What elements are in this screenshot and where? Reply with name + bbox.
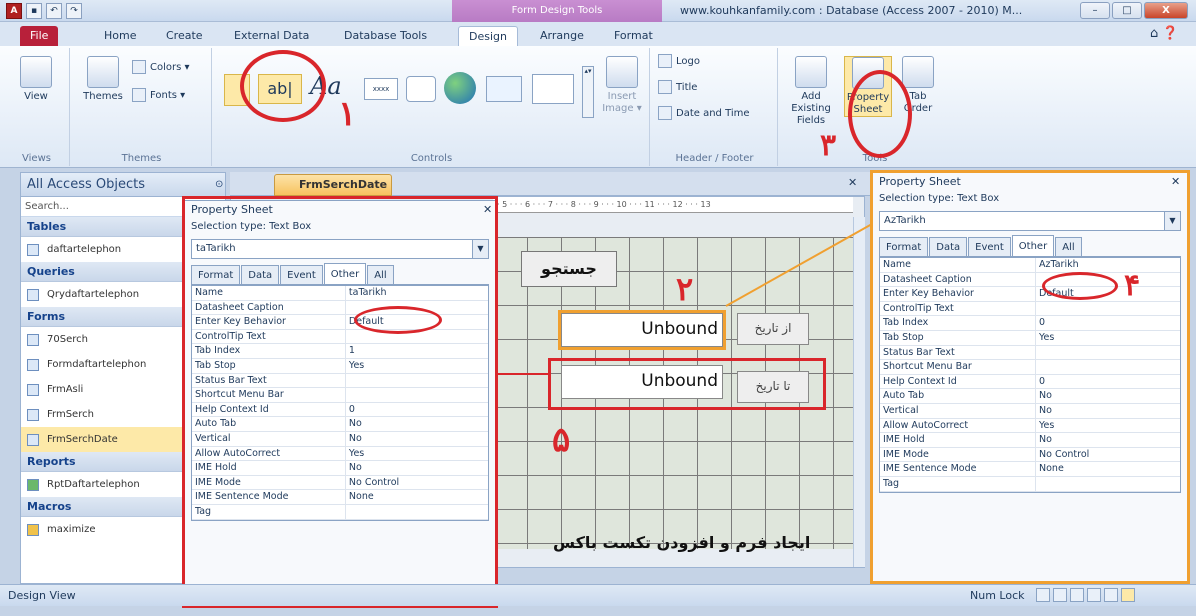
annotation-circle-name-left — [354, 306, 442, 334]
highlight-left-property-sheet — [182, 196, 498, 608]
form-view-icon[interactable] — [1036, 588, 1050, 602]
status-bar: Design View Num Lock — [0, 584, 1196, 606]
design-view-icon[interactable] — [1121, 588, 1135, 602]
pivot-table-icon[interactable] — [1070, 588, 1084, 602]
status-view-label: Design View — [8, 589, 76, 602]
datasheet-view-icon[interactable] — [1053, 588, 1067, 602]
leader-line-orange — [725, 223, 873, 307]
pivot-chart-icon[interactable] — [1087, 588, 1101, 602]
annotation-number-4: ۴ — [1124, 268, 1141, 303]
num-lock-indicator: Num Lock — [970, 589, 1025, 602]
layout-view-icon[interactable] — [1104, 588, 1118, 602]
view-switcher — [1036, 588, 1135, 602]
annotation-circle-name-right — [1042, 272, 1118, 300]
highlight-right-property-sheet — [870, 170, 1190, 584]
